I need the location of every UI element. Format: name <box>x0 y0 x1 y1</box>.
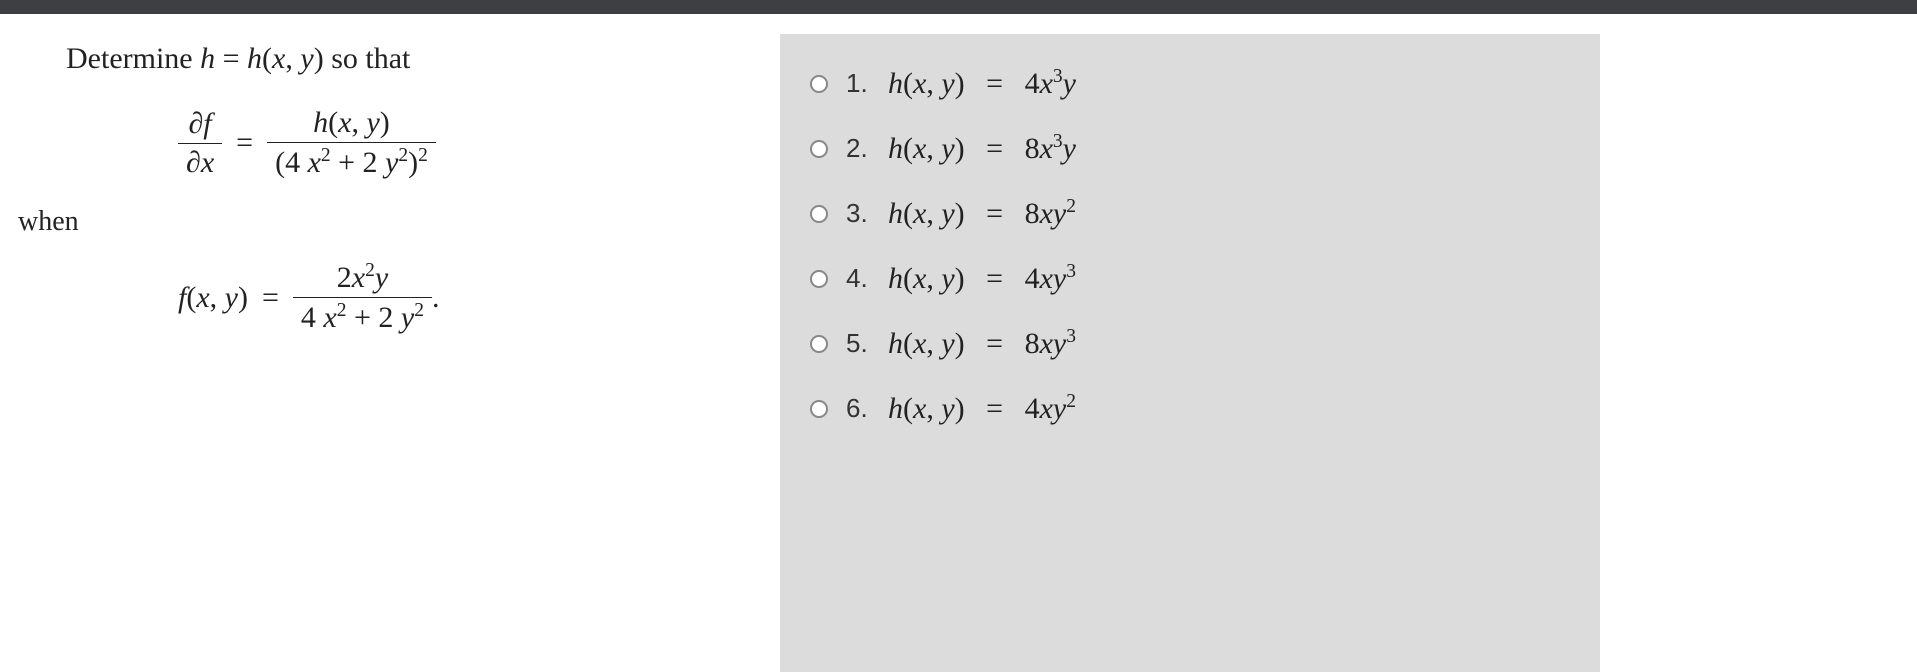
answer-options-panel: 1. h(x, y) = 4x3y 2. h(x, y) = 8x3y 3. h… <box>780 34 1600 672</box>
equals-3: = <box>262 281 279 315</box>
intro-hxy: h(x, y) <box>247 42 324 75</box>
when-label: when <box>18 206 740 238</box>
option-math: h(x, y) = 4xy2 <box>888 391 1076 426</box>
option-number: 4. <box>846 263 874 294</box>
option-3[interactable]: 3. h(x, y) = 8xy2 <box>810 196 1570 231</box>
option-number: 5. <box>846 328 874 359</box>
question-intro: Determine h = h(x, y) so that <box>66 42 740 76</box>
radio-icon[interactable] <box>810 75 828 93</box>
partial-derivative-equation: ∂f ∂x = h(x, y) (4 x2 + 2 y2)2 <box>178 104 740 182</box>
rhs-fraction-1: h(x, y) (4 x2 + 2 y2)2 <box>267 104 436 182</box>
f-lhs: f(x, y) <box>178 281 248 315</box>
option-math: h(x, y) = 4xy3 <box>888 261 1076 296</box>
period: . <box>432 281 440 315</box>
equals-1: = <box>223 42 240 75</box>
option-4[interactable]: 4. h(x, y) = 4xy3 <box>810 261 1570 296</box>
option-number: 3. <box>846 198 874 229</box>
equals-2: = <box>236 126 253 160</box>
question-panel: Determine h = h(x, y) so that ∂f ∂x = h(… <box>0 42 780 672</box>
option-math: h(x, y) = 4x3y <box>888 66 1076 101</box>
option-math: h(x, y) = 8x3y <box>888 131 1076 166</box>
content-area: Determine h = h(x, y) so that ∂f ∂x = h(… <box>0 14 1917 672</box>
right-spacer <box>1600 42 1917 672</box>
window-topbar <box>0 0 1917 14</box>
option-1[interactable]: 1. h(x, y) = 4x3y <box>810 66 1570 101</box>
option-6[interactable]: 6. h(x, y) = 4xy2 <box>810 391 1570 426</box>
option-2[interactable]: 2. h(x, y) = 8x3y <box>810 131 1570 166</box>
radio-icon[interactable] <box>810 270 828 288</box>
radio-icon[interactable] <box>810 400 828 418</box>
f-equation: f(x, y) = 2x2y 4 x2 + 2 y2 . <box>178 258 740 337</box>
radio-icon[interactable] <box>810 140 828 158</box>
intro-h: h <box>200 42 215 75</box>
rhs-fraction-2: 2x2y 4 x2 + 2 y2 <box>293 258 432 337</box>
intro-prefix: Determine <box>66 42 200 75</box>
df-dx: ∂f ∂x <box>178 105 222 182</box>
radio-icon[interactable] <box>810 205 828 223</box>
option-math: h(x, y) = 8xy3 <box>888 326 1076 361</box>
intro-suffix: so that <box>331 42 410 75</box>
option-math: h(x, y) = 8xy2 <box>888 196 1076 231</box>
option-number: 6. <box>846 393 874 424</box>
option-number: 2. <box>846 133 874 164</box>
option-5[interactable]: 5. h(x, y) = 8xy3 <box>810 326 1570 361</box>
radio-icon[interactable] <box>810 335 828 353</box>
option-number: 1. <box>846 68 874 99</box>
